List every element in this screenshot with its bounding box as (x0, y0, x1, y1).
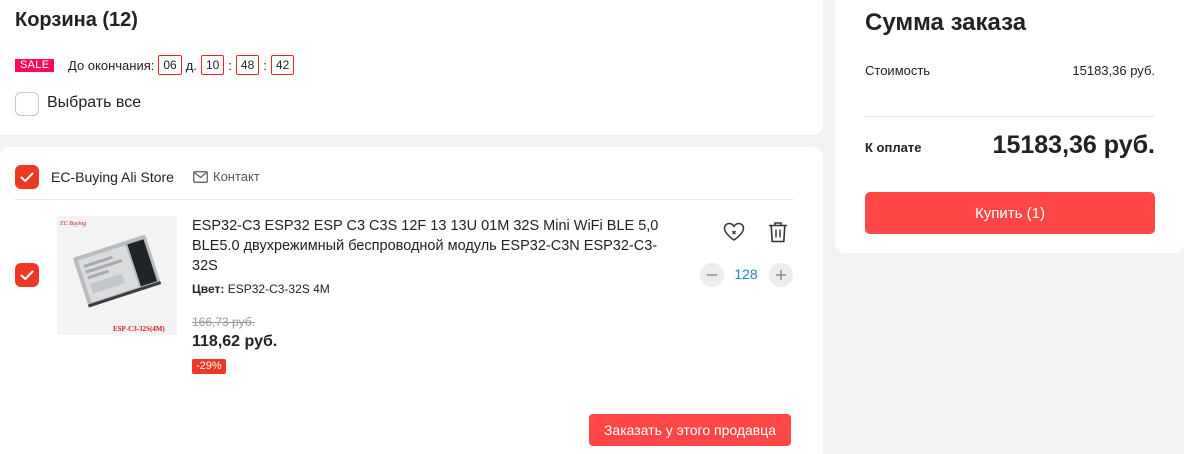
quantity-input[interactable]: 128 (726, 266, 766, 282)
select-all-label[interactable]: Выбрать все (47, 94, 141, 112)
store-card: EC-Buying Ali Store Контакт EC Buying ES… (0, 147, 823, 454)
countdown-separator: : (228, 57, 232, 73)
mail-icon (193, 170, 208, 183)
store-checkbox[interactable] (15, 165, 39, 189)
current-price: 118,62 руб. (192, 333, 278, 350)
total-label: К оплате (865, 140, 922, 155)
product-title[interactable]: ESP32-C3 ESP32 ESP C3 C3S 12F 13 13U 01M… (192, 216, 662, 276)
image-model-text: ESP-C3-32S(4M) (113, 325, 165, 333)
minus-icon (707, 274, 717, 276)
summary-title: Сумма заказа (865, 9, 1027, 36)
select-all-checkbox[interactable] (15, 92, 39, 116)
delete-item-button[interactable] (766, 220, 790, 244)
product-variant: Цвет: ESP32-C3-32S 4M (192, 282, 330, 296)
countdown-days: 06 (158, 55, 182, 75)
order-from-seller-button[interactable]: Заказать у этого продавца (589, 414, 791, 446)
countdown-seconds: 42 (270, 55, 295, 75)
variant-value: ESP32-C3-32S 4M (227, 282, 330, 296)
add-to-wishlist-button[interactable] (722, 220, 746, 244)
cost-value: 15183,36 руб. (1072, 63, 1155, 78)
quantity-increase-button[interactable] (769, 263, 793, 287)
countdown-separator: : (263, 57, 267, 73)
sale-countdown: До окончания: 06 д. 10 : 48 : 42 (68, 55, 295, 75)
store-name[interactable]: EC-Buying Ali Store (51, 169, 174, 185)
item-checkbox[interactable] (15, 263, 39, 287)
divider (15, 199, 793, 200)
countdown-hours: 10 (200, 55, 225, 75)
check-icon (20, 270, 34, 280)
order-summary-card: Сумма заказа Стоимость 15183,36 руб. К о… (835, 0, 1184, 253)
contact-label: Контакт (213, 169, 260, 184)
quantity-decrease-button[interactable] (700, 263, 724, 287)
divider (865, 116, 1155, 117)
contact-seller-link[interactable]: Контакт (193, 169, 260, 184)
check-icon (20, 172, 34, 182)
heart-icon (723, 222, 745, 241)
total-value: 15183,36 руб. (992, 131, 1155, 159)
discount-badge: -29% (192, 359, 226, 374)
cart-header-card: Корзина (12) SALE До окончания: 06 д. 10… (0, 0, 823, 135)
old-price: 166,73 руб. (192, 315, 255, 329)
cart-title: Корзина (12) (15, 9, 138, 31)
sale-badge: SALE (15, 59, 55, 72)
plus-icon (776, 270, 786, 280)
buy-button[interactable]: Купить (1) (865, 192, 1155, 234)
esp32-module-illustration: EC Buying ESP-C3-32S(4M) (57, 216, 177, 335)
cost-label: Стоимость (865, 63, 931, 78)
image-brand-text: EC Buying (59, 221, 86, 227)
countdown-label: До окончания: (68, 57, 155, 73)
countdown-minutes: 48 (235, 55, 260, 75)
product-image[interactable]: EC Buying ESP-C3-32S(4M) (57, 216, 177, 335)
countdown-days-suffix: д. (185, 57, 197, 73)
trash-icon (769, 222, 787, 243)
variant-label: Цвет: (192, 282, 225, 296)
